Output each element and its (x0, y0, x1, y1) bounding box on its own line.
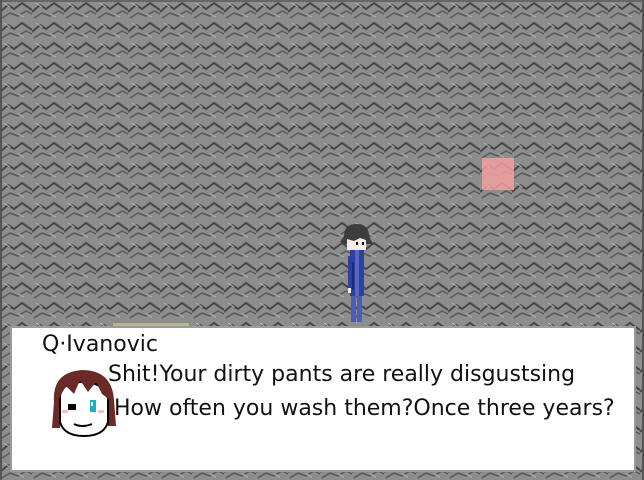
player-character-sprite (340, 224, 373, 328)
speaker-name: Q·Ivanovic (42, 332, 158, 357)
map-top-border (0, 0, 644, 2)
dialog-line-1: Shit!Your dirty pants are really disgust… (108, 362, 576, 387)
event-tile-pink[interactable] (482, 158, 514, 190)
map-left-border (0, 0, 2, 480)
dialog-line-2: How often you wash them?Once three years… (114, 396, 615, 421)
dialog-box[interactable]: Q·Ivanovic Shit!Your dirty pants are rea… (10, 326, 636, 472)
game-scene: Q·Ivanovic Shit!Your dirty pants are rea… (0, 0, 644, 480)
